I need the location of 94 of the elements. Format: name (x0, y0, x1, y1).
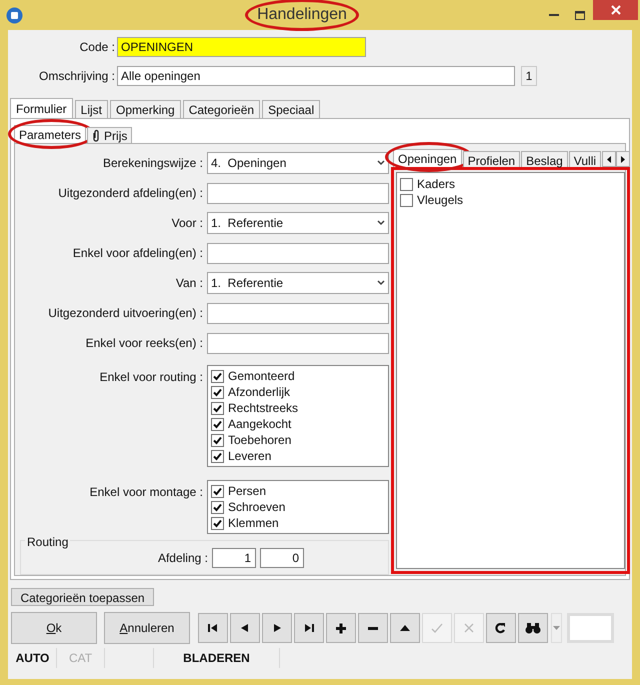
tab[interactable]: Openingen (393, 149, 462, 167)
field-label: Berekeningswijze : (102, 155, 204, 172)
input-field[interactable] (207, 302, 389, 324)
field-label: Enkel voor montage : (88, 484, 204, 501)
checkbox[interactable] (211, 500, 224, 514)
number-field[interactable]: 1 (212, 548, 256, 568)
close-icon (610, 5, 620, 15)
chevron-down-icon (377, 280, 385, 286)
field-label: Omschrijving : (38, 68, 116, 85)
tab[interactable]: Vulli (568, 151, 602, 167)
plus-icon (334, 622, 348, 634)
toolbar-button[interactable] (294, 613, 324, 643)
field-label: Van : (174, 275, 204, 292)
apply-categories-button[interactable]: Categorieën toepassen (11, 588, 154, 606)
checkbox[interactable] (211, 516, 224, 530)
checkbox[interactable] (211, 370, 224, 382)
field-label: Enkel voor afdeling(en) : (72, 245, 204, 262)
paperclip-icon (92, 129, 100, 142)
toolbar-button[interactable] (326, 613, 356, 643)
tab[interactable]: Categorieën (182, 100, 260, 118)
field-label: Uitgezonderd uitvoering(en) : (47, 305, 204, 322)
description-field[interactable]: Alle openingen (117, 66, 515, 86)
dialog-button[interactable]: Annuleren (104, 612, 190, 644)
checkbox-label: Schroeven (228, 499, 286, 516)
checkbox-label: Kaders (417, 176, 456, 193)
toolbar-button[interactable] (358, 613, 388, 643)
checkbox[interactable] (211, 434, 224, 446)
toolbar-button[interactable] (390, 613, 420, 643)
tab[interactable]: Profielen (462, 151, 520, 167)
input-field[interactable] (207, 332, 389, 354)
counter: 1 (521, 66, 537, 86)
subtab[interactable]: Prijs (87, 127, 132, 143)
dropdown[interactable]: 1. Referentie (207, 272, 389, 294)
number-field[interactable]: 0 (260, 548, 304, 568)
checkbox-label: Afzonderlijk (228, 384, 290, 401)
checkbox-label: Klemmen (228, 515, 279, 532)
chevron-down-icon (377, 220, 385, 226)
dropdown[interactable]: 1. Referentie (207, 212, 389, 234)
last-record-icon (302, 622, 316, 634)
checkbox[interactable] (211, 418, 224, 430)
checkbox[interactable] (211, 450, 224, 462)
left-triangle-icon (607, 156, 612, 162)
caret-icon (553, 626, 560, 630)
toolbar-button[interactable] (198, 613, 228, 643)
checkbox-label: Gemonteerd (228, 368, 295, 385)
field-label: Enkel voor reeks(en) : (84, 335, 204, 352)
refresh-icon (494, 622, 508, 634)
status-cell: CAT (57, 648, 105, 668)
checkbox[interactable] (211, 484, 224, 498)
field-label: Uitgezonderd afdeling(en) : (57, 185, 204, 202)
code-field[interactable]: OPENINGEN (117, 37, 366, 57)
subtab[interactable]: Parameters (14, 125, 86, 143)
toolbar-button[interactable] (262, 613, 292, 643)
checkbox[interactable] (400, 178, 413, 190)
toolbar-button[interactable] (486, 613, 516, 643)
tab[interactable]: Lijst (74, 100, 108, 118)
checkbox-label: Rechtstreeks (228, 400, 298, 417)
status-cell: AUTO (9, 648, 57, 668)
field-label: Afdeling : (158, 550, 208, 566)
status-cell: BLADEREN (154, 648, 280, 668)
field-label: Enkel voor routing : (98, 369, 204, 386)
cross-icon (462, 622, 476, 634)
tab[interactable]: Speciaal (262, 100, 320, 118)
field-label: Code : (78, 39, 116, 56)
toolbar-button[interactable] (230, 613, 260, 643)
dialog-button[interactable]: Ok (11, 612, 97, 644)
checkbox[interactable] (400, 194, 413, 206)
input-field[interactable] (207, 242, 389, 264)
checkmark-icon (430, 622, 444, 634)
app-icon (6, 6, 23, 24)
tab[interactable]: Beslag (521, 151, 568, 167)
field-label: Voor : (170, 215, 204, 232)
scroll-right-button[interactable] (616, 151, 630, 167)
right-triangle-icon (621, 156, 626, 162)
input-field[interactable] (207, 182, 389, 204)
checkbox-label: Leveren (228, 448, 272, 465)
tab[interactable]: Formulier (10, 98, 73, 118)
dropdown[interactable]: 4. Openingen (207, 152, 389, 174)
toolbar-button[interactable] (518, 613, 548, 643)
checkbox-label: Persen (228, 483, 266, 500)
scroll-left-button[interactable] (602, 151, 616, 167)
window-title: Handelingen (257, 6, 347, 24)
chevron-down-icon (377, 160, 385, 166)
first-record-icon (206, 622, 220, 634)
maximize-icon (575, 10, 585, 20)
checkbox[interactable] (211, 402, 224, 414)
binoculars-icon (525, 622, 541, 634)
close-button[interactable] (593, 0, 638, 20)
checkbox-label: Vleugels (417, 192, 464, 209)
tab[interactable]: Opmerking (110, 100, 181, 118)
checkbox[interactable] (211, 386, 224, 398)
checkbox-label: Toebehoren (228, 432, 292, 449)
checkbox-label: Aangekocht (228, 416, 292, 433)
minimize-icon (549, 14, 559, 16)
